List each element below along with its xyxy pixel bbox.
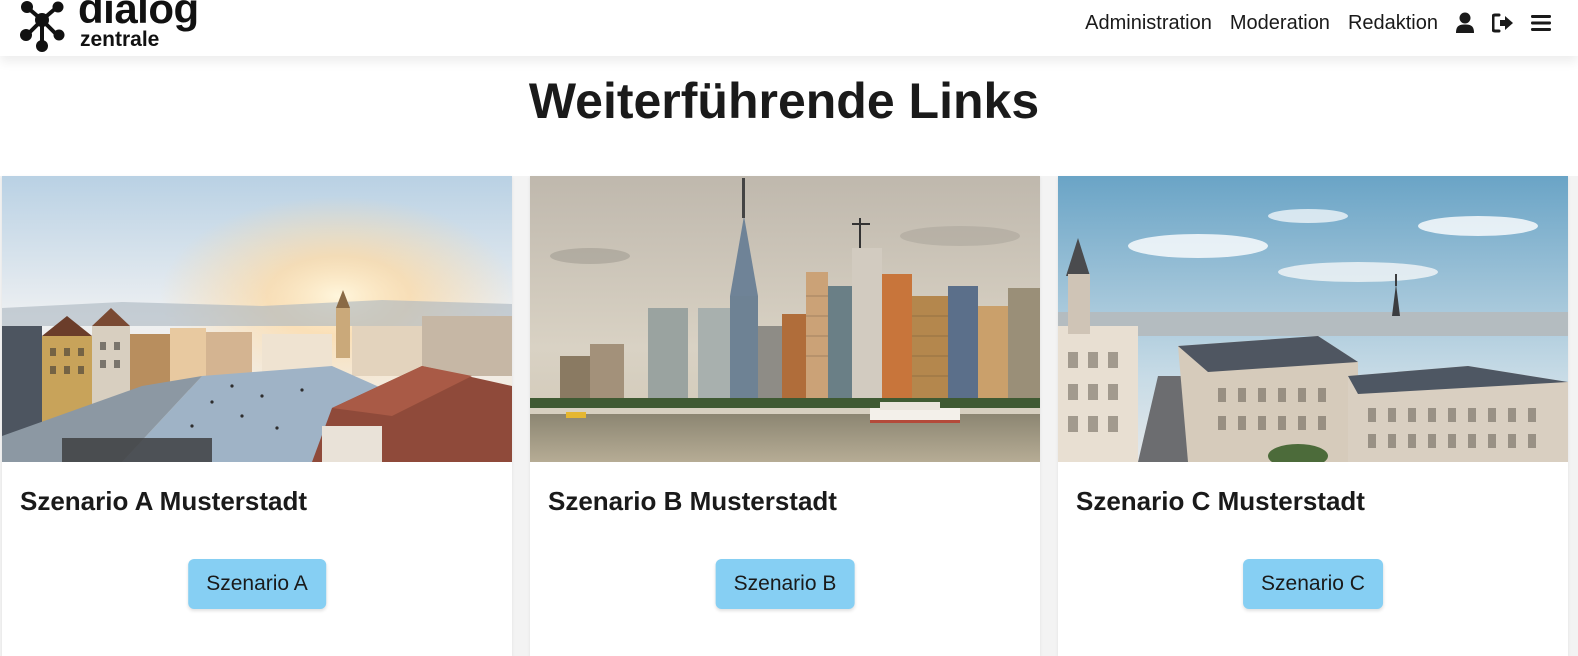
nav-moderation[interactable]: Moderation	[1230, 12, 1330, 35]
page-title: Weiterführende Links	[528, 73, 1040, 129]
szenario-a-button[interactable]: Szenario A	[188, 559, 326, 609]
card-title: Szenario B Musterstadt	[548, 486, 837, 516]
card-szenario-c: Szenario C Musterstadt Szenario C	[1058, 176, 1568, 656]
szenario-c-button[interactable]: Szenario C	[1243, 559, 1383, 609]
brand-name: dialog	[78, 0, 199, 32]
page: dialog zentrale Administration Moderatio…	[0, 0, 1578, 656]
main-content: Weiterführende Links Szenario A Musterst…	[0, 56, 1578, 656]
card-grid: Szenario A Musterstadt Szenario A Szenar…	[0, 176, 1578, 656]
city-skyline-photo	[530, 176, 1040, 462]
network-logo-icon	[20, 1, 65, 52]
sign-out-icon[interactable]	[1492, 12, 1514, 34]
top-navbar: dialog zentrale Administration Moderatio…	[0, 0, 1578, 56]
card-szenario-b: Szenario B Musterstadt Szenario B	[530, 176, 1040, 656]
card-szenario-a: Szenario A Musterstadt Szenario A	[2, 176, 512, 656]
user-icon[interactable]	[1454, 12, 1476, 34]
nav-administration[interactable]: Administration	[1085, 12, 1212, 35]
brand-logo[interactable]: dialog zentrale	[18, 0, 218, 54]
menu-icon[interactable]	[1530, 12, 1552, 34]
old-town-square-photo	[2, 176, 512, 462]
brand-subtitle: zentrale	[80, 28, 160, 51]
szenario-b-button[interactable]: Szenario B	[715, 559, 855, 609]
nav-redaktion[interactable]: Redaktion	[1348, 12, 1438, 35]
card-title: Szenario A Musterstadt	[20, 486, 308, 516]
card-title: Szenario C Musterstadt	[1076, 486, 1365, 516]
main-nav: Administration Moderation Redaktion	[1067, 0, 1552, 46]
paris-rooftops-photo	[1058, 176, 1568, 462]
